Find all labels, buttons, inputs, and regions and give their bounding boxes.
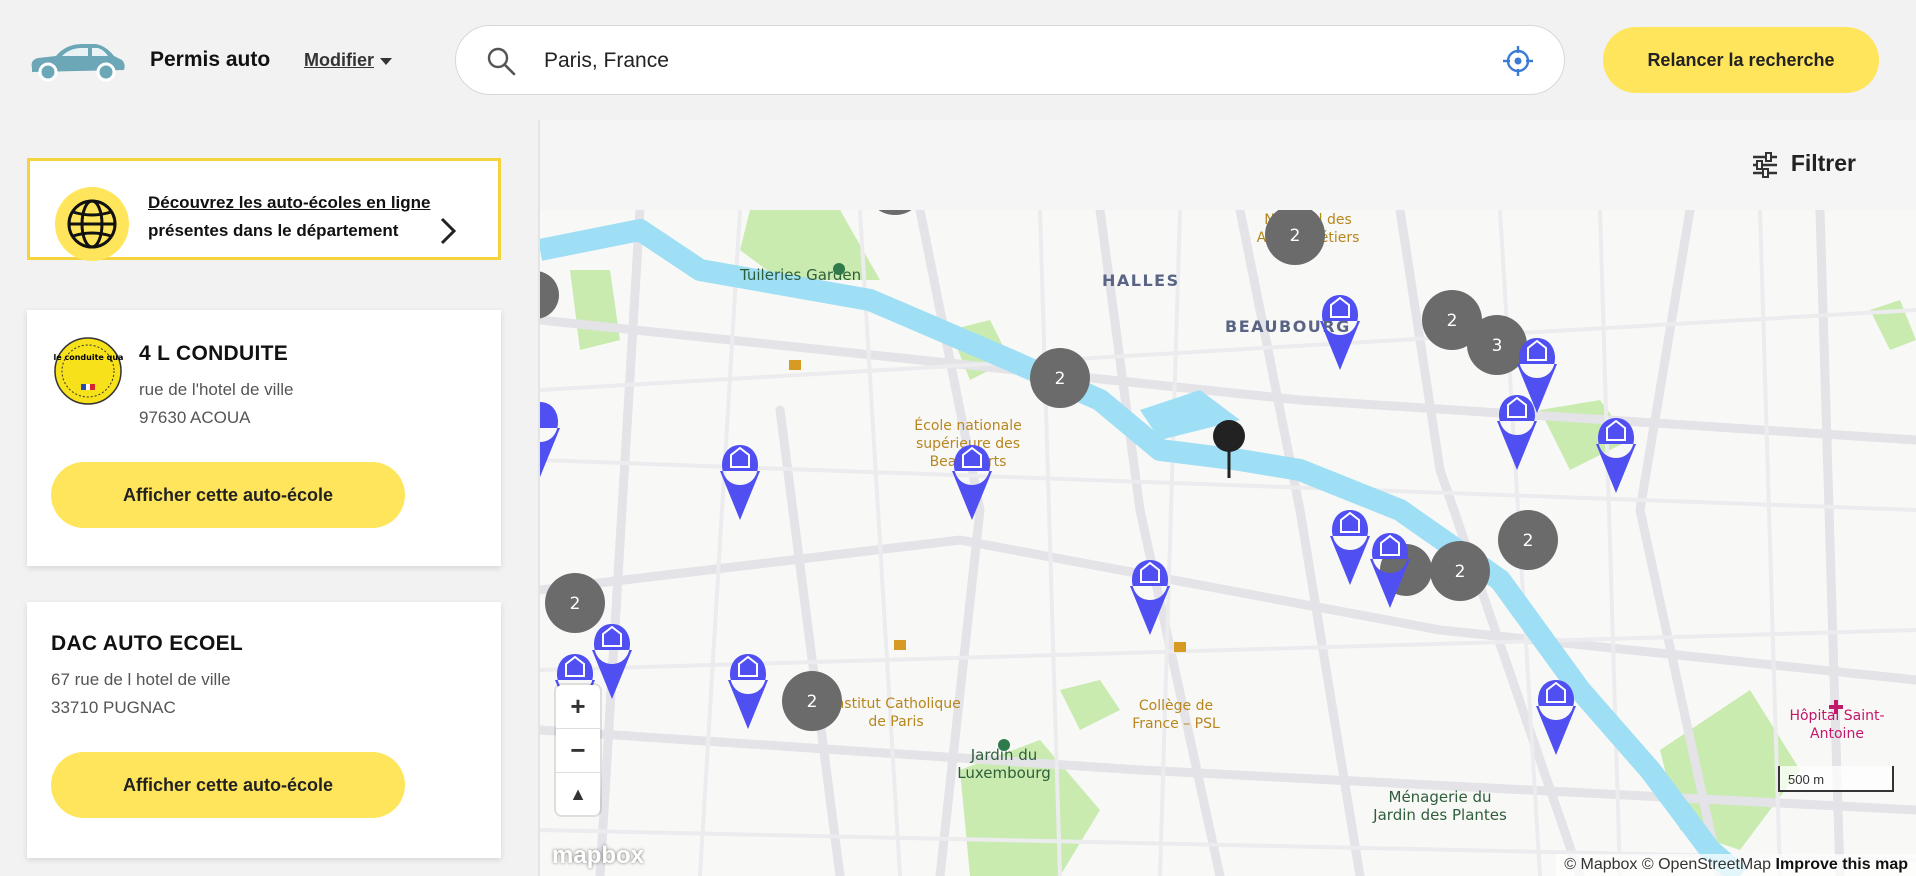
school-pin[interactable]	[728, 654, 768, 729]
improve-map-link[interactable]: Improve this map	[1776, 856, 1908, 873]
cluster-marker[interactable]: 2	[1498, 510, 1558, 570]
cluster-count: 2	[807, 692, 818, 712]
label-menagerie-1: Ménagerie du	[1389, 788, 1492, 806]
cluster-count: 2	[1447, 311, 1458, 331]
cluster-marker-partial[interactable]	[540, 271, 559, 319]
tree-icon	[998, 739, 1010, 751]
brand-title: Permis auto	[150, 48, 271, 71]
label-menagerie-2: Jardin des Plantes	[1372, 806, 1507, 824]
promo-link[interactable]: Découvrez les auto-écoles en ligne	[148, 193, 430, 212]
school-pin[interactable]	[1596, 418, 1636, 493]
cluster-marker[interactable]: 2	[782, 671, 842, 731]
school-poi-icon	[1174, 642, 1186, 652]
cluster-marker[interactable]: 2	[1030, 348, 1090, 408]
map-canvas: Tuileries Garden HALLES BEAUBOURG Nation…	[540, 210, 1916, 876]
filter-button[interactable]: Filtrer	[1751, 150, 1856, 178]
map-view[interactable]: Tuileries Garden HALLES BEAUBOURG Nation…	[540, 210, 1916, 876]
zoom-controls: + − ▲	[556, 685, 600, 815]
show-school-button[interactable]: Afficher cette auto-école	[51, 462, 405, 528]
quality-badge-icon: École conduite qualité	[53, 337, 123, 405]
filter-bar: Filtrer	[540, 120, 1916, 211]
school-name: DAC AUTO ECOEL	[51, 632, 244, 655]
label-institut-1: Institut Catholique	[831, 696, 960, 712]
attribution-text[interactable]: © Mapbox © OpenStreetMap	[1564, 856, 1771, 873]
label-beaux-arts-1: École nationale	[914, 417, 1021, 434]
chevron-right-icon	[440, 217, 457, 245]
school-card: École conduite qualité 4 L CONDUITE rue …	[27, 310, 501, 566]
school-street: 67 rue de l hotel de ville	[51, 670, 231, 689]
cluster-marker[interactable]: 2	[545, 573, 605, 633]
label-halles: HALLES	[1102, 271, 1180, 290]
show-school-button[interactable]: Afficher cette auto-école	[51, 752, 405, 818]
zoom-out-button[interactable]: −	[556, 729, 600, 773]
relaunch-search-button[interactable]: Relancer la recherche	[1603, 27, 1879, 93]
school-pin[interactable]	[1536, 680, 1576, 755]
label-institut-2: de Paris	[868, 714, 923, 730]
cluster-marker[interactable]: 2	[1430, 541, 1490, 601]
top-bar: Permis auto Modifier Relancer la recherc…	[0, 0, 1916, 120]
sliders-icon	[1752, 151, 1777, 178]
school-street: rue de l'hotel de ville	[139, 380, 294, 399]
tree-icon	[833, 263, 845, 275]
car-icon	[31, 44, 125, 82]
results-sidebar: Découvrez les auto-écoles en ligne prése…	[0, 120, 540, 876]
promo-text: Découvrez les auto-écoles en ligne prése…	[148, 189, 448, 245]
cluster-count: 2	[570, 594, 581, 614]
zoom-in-button[interactable]: +	[556, 685, 600, 729]
compass-button[interactable]: ▲	[556, 773, 600, 816]
school-poi-icon	[789, 360, 801, 370]
mapbox-logo[interactable]: mapbox	[552, 842, 644, 870]
school-city: 33710 PUGNAC	[51, 698, 176, 717]
cluster-count: 2	[1455, 562, 1466, 582]
school-pin[interactable]	[1497, 395, 1537, 470]
cluster-marker[interactable]: 2	[1265, 210, 1325, 265]
modifier-label: Modifier	[304, 50, 374, 70]
label-luxembourg-2: Luxembourg	[957, 764, 1051, 782]
promo-rest: présentes dans le département	[148, 221, 399, 240]
label-college-1: Collège de	[1139, 698, 1213, 714]
caret-down-icon	[380, 57, 392, 65]
label-hopital-2: Antoine	[1810, 726, 1864, 742]
map-attribution: © Mapbox © OpenStreetMap Improve this ma…	[1556, 854, 1916, 876]
filter-label: Filtrer	[1790, 150, 1856, 176]
school-name: 4 L CONDUITE	[139, 342, 289, 365]
cluster-count: 2	[1523, 531, 1534, 551]
cluster-count: 2	[1055, 369, 1066, 389]
badge-text: École conduite qualité	[53, 351, 123, 362]
online-schools-promo[interactable]: Découvrez les auto-écoles en ligne prése…	[27, 158, 501, 261]
school-pin[interactable]	[720, 445, 760, 520]
cluster-count: 3	[1492, 336, 1503, 356]
school-city: 97630 ACOUA	[139, 408, 251, 427]
search-icon	[487, 47, 516, 76]
scale-bar: 500 m	[1778, 766, 1894, 792]
cluster-count: 2	[1290, 226, 1301, 246]
globe-badge	[55, 187, 129, 261]
locate-icon[interactable]	[1502, 45, 1534, 77]
school-card: DAC AUTO ECOEL 67 rue de l hotel de vill…	[27, 602, 501, 858]
school-pin[interactable]	[1330, 510, 1370, 585]
search-bar	[455, 25, 1565, 95]
globe-icon	[67, 199, 117, 249]
label-college-2: France – PSL	[1132, 716, 1220, 732]
school-poi-icon	[894, 640, 906, 650]
search-input[interactable]	[542, 40, 1426, 82]
modifier-dropdown[interactable]: Modifier	[304, 50, 392, 71]
school-pin[interactable]	[540, 402, 560, 477]
